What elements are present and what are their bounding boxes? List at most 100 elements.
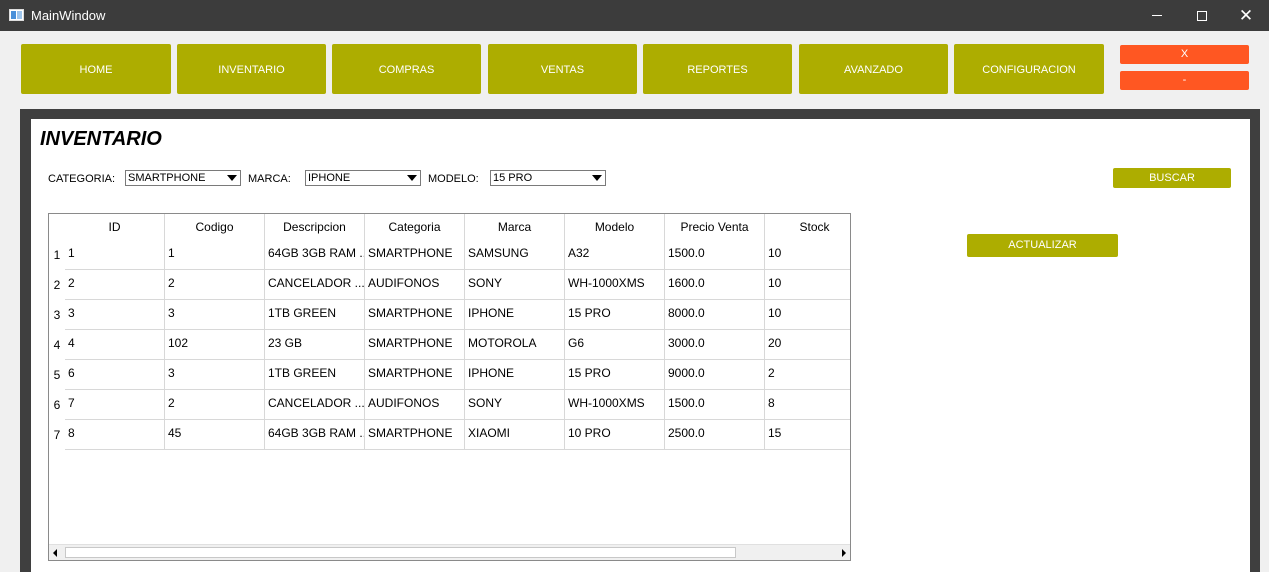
cell-categoria[interactable]: AUDIFONOS xyxy=(365,390,465,419)
cell-stock[interactable]: 10 xyxy=(765,300,850,329)
categoria-combobox[interactable]: SMARTPHONE xyxy=(125,170,241,186)
cell-codigo[interactable]: 1 xyxy=(165,240,265,269)
cell-stock[interactable]: 20 xyxy=(765,330,850,359)
cell-stock[interactable]: 8 xyxy=(765,390,850,419)
cell-stock[interactable]: 2 xyxy=(765,360,850,389)
cell-codigo[interactable]: 102 xyxy=(165,330,265,359)
cell-modelo[interactable]: WH-1000XMS xyxy=(565,390,665,419)
cell-modelo[interactable]: WH-1000XMS xyxy=(565,270,665,299)
cell-stock[interactable]: 15 xyxy=(765,420,850,449)
table-row[interactable]: 6 3 1TB GREEN SMARTPHONE IPHONE 15 PRO 9000.0 2 xyxy=(65,360,850,390)
cell-categoria[interactable]: SMARTPHONE xyxy=(365,360,465,389)
actualizar-button[interactable]: ACTUALIZAR xyxy=(967,234,1118,257)
marca-combobox[interactable]: IPHONE xyxy=(305,170,421,186)
cell-descripcion[interactable]: 64GB 3GB RAM ... xyxy=(265,240,365,269)
nav-ventas-button[interactable]: VENTAS xyxy=(488,44,637,94)
cell-id[interactable]: 4 xyxy=(65,330,165,359)
cell-codigo[interactable]: 3 xyxy=(165,300,265,329)
column-header-precio-venta[interactable]: Precio Venta xyxy=(665,214,765,240)
nav-home-button[interactable]: HOME xyxy=(21,44,171,94)
row-number[interactable]: 5 xyxy=(49,360,65,390)
cell-marca[interactable]: XIAOMI xyxy=(465,420,565,449)
row-number[interactable]: 4 xyxy=(49,330,65,360)
horizontal-scrollbar[interactable] xyxy=(49,544,850,560)
scroll-left-icon[interactable] xyxy=(53,549,57,557)
cell-precio-venta[interactable]: 1500.0 xyxy=(665,390,765,419)
cell-precio-venta[interactable]: 2500.0 xyxy=(665,420,765,449)
cell-precio-venta[interactable]: 3000.0 xyxy=(665,330,765,359)
app-close-button[interactable]: X xyxy=(1120,45,1249,64)
column-header-marca[interactable]: Marca xyxy=(465,214,565,240)
cell-precio-venta[interactable]: 8000.0 xyxy=(665,300,765,329)
nav-inventario-button[interactable]: INVENTARIO xyxy=(177,44,326,94)
modelo-combobox[interactable]: 15 PRO xyxy=(490,170,606,186)
cell-stock[interactable]: 10 xyxy=(765,240,850,269)
cell-codigo[interactable]: 3 xyxy=(165,360,265,389)
scrollbar-thumb[interactable] xyxy=(65,547,736,558)
cell-codigo[interactable]: 2 xyxy=(165,390,265,419)
column-header-modelo[interactable]: Modelo xyxy=(565,214,665,240)
cell-modelo[interactable]: 10 PRO xyxy=(565,420,665,449)
cell-modelo[interactable]: 15 PRO xyxy=(565,300,665,329)
table-row[interactable]: 7 2 CANCELADOR ... AUDIFONOS SONY WH-1000XMS 1… xyxy=(65,390,850,420)
nav-reportes-button[interactable]: REPORTES xyxy=(643,44,792,94)
cell-descripcion[interactable]: 1TB GREEN xyxy=(265,300,365,329)
cell-marca[interactable]: MOTOROLA xyxy=(465,330,565,359)
nav-compras-button[interactable]: COMPRAS xyxy=(332,44,481,94)
table-row[interactable]: 4 102 23 GB SMARTPHONE MOTOROLA G6 3000.0 20 xyxy=(65,330,850,360)
cell-id[interactable]: 3 xyxy=(65,300,165,329)
cell-marca[interactable]: SONY xyxy=(465,270,565,299)
cell-descripcion[interactable]: 1TB GREEN xyxy=(265,360,365,389)
cell-id[interactable]: 1 xyxy=(65,240,165,269)
cell-modelo[interactable]: 15 PRO xyxy=(565,360,665,389)
column-header-stock[interactable]: Stock xyxy=(765,214,850,240)
cell-precio-venta[interactable]: 9000.0 xyxy=(665,360,765,389)
cell-descripcion[interactable]: CANCELADOR ... xyxy=(265,270,365,299)
maximize-window-button[interactable] xyxy=(1179,0,1225,31)
row-number[interactable]: 6 xyxy=(49,390,65,420)
cell-marca[interactable]: IPHONE xyxy=(465,300,565,329)
row-number[interactable]: 1 xyxy=(49,240,65,270)
cell-categoria[interactable]: AUDIFONOS xyxy=(365,270,465,299)
row-number[interactable]: 3 xyxy=(49,300,65,330)
nav-configuracion-button[interactable]: CONFIGURACION xyxy=(954,44,1104,94)
cell-descripcion[interactable]: CANCELADOR ... xyxy=(265,390,365,419)
cell-codigo[interactable]: 2 xyxy=(165,270,265,299)
table-row[interactable]: 8 45 64GB 3GB RAM ... SMARTPHONE XIAOMI 10 PR… xyxy=(65,420,850,450)
column-header-codigo[interactable]: Codigo xyxy=(165,214,265,240)
cell-codigo[interactable]: 45 xyxy=(165,420,265,449)
cell-modelo[interactable]: G6 xyxy=(565,330,665,359)
scroll-right-icon[interactable] xyxy=(842,549,846,557)
column-header-id[interactable]: ID xyxy=(65,214,165,240)
table-row[interactable]: 1 1 64GB 3GB RAM ... SMARTPHONE SAMSUNG A32 15… xyxy=(65,240,850,270)
table-row[interactable]: 2 2 CANCELADOR ... AUDIFONOS SONY WH-1000XMS 1… xyxy=(65,270,850,300)
cell-descripcion[interactable]: 64GB 3GB RAM ... xyxy=(265,420,365,449)
row-number[interactable]: 7 xyxy=(49,420,65,450)
cell-stock[interactable]: 10 xyxy=(765,270,850,299)
buscar-button[interactable]: BUSCAR xyxy=(1113,168,1231,188)
cell-id[interactable]: 7 xyxy=(65,390,165,419)
cell-precio-venta[interactable]: 1500.0 xyxy=(665,240,765,269)
cell-marca[interactable]: SAMSUNG xyxy=(465,240,565,269)
column-header-descripcion[interactable]: Descripcion xyxy=(265,214,365,240)
cell-precio-venta[interactable]: 1600.0 xyxy=(665,270,765,299)
app-minimize-button[interactable]: - xyxy=(1120,71,1249,90)
cell-categoria[interactable]: SMARTPHONE xyxy=(365,300,465,329)
table-row[interactable]: 3 3 1TB GREEN SMARTPHONE IPHONE 15 PRO 8000.0 1… xyxy=(65,300,850,330)
row-number[interactable]: 2 xyxy=(49,270,65,300)
close-window-button[interactable]: ✕ xyxy=(1223,0,1269,31)
column-header-categoria[interactable]: Categoria xyxy=(365,214,465,240)
cell-categoria[interactable]: SMARTPHONE xyxy=(365,240,465,269)
cell-marca[interactable]: SONY xyxy=(465,390,565,419)
inventory-table[interactable]: ID Codigo Descripcion Categoria Marca Mo… xyxy=(48,213,851,561)
cell-descripcion[interactable]: 23 GB xyxy=(265,330,365,359)
cell-id[interactable]: 2 xyxy=(65,270,165,299)
cell-categoria[interactable]: SMARTPHONE xyxy=(365,420,465,449)
nav-avanzado-button[interactable]: AVANZADO xyxy=(799,44,948,94)
cell-id[interactable]: 6 xyxy=(65,360,165,389)
cell-categoria[interactable]: SMARTPHONE xyxy=(365,330,465,359)
cell-modelo[interactable]: A32 xyxy=(565,240,665,269)
cell-id[interactable]: 8 xyxy=(65,420,165,449)
minimize-window-button[interactable] xyxy=(1134,0,1180,31)
cell-marca[interactable]: IPHONE xyxy=(465,360,565,389)
